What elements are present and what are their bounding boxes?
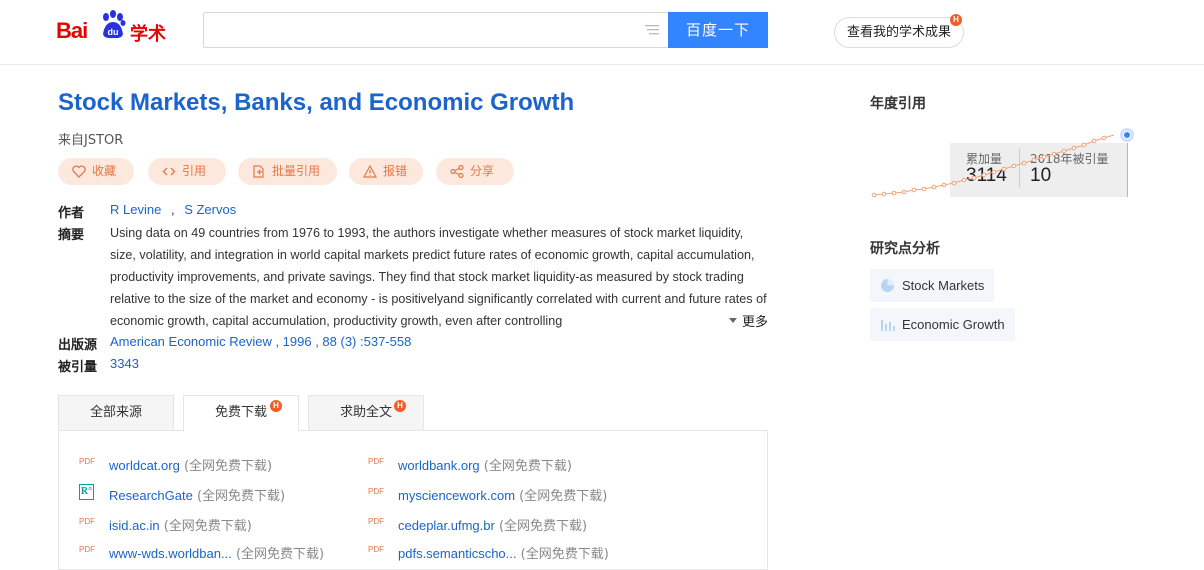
favorite-button[interactable]: 收藏 <box>58 158 134 185</box>
pdf-icon: PDF <box>368 545 384 554</box>
abstract-text: Using data on 49 countries from 1976 to … <box>110 226 767 328</box>
tab-label: 免费下载 <box>214 405 267 420</box>
logo-text-bai: Bai <box>56 18 88 43</box>
selected-point[interactable] <box>1123 131 1131 139</box>
hot-badge: H <box>270 400 282 412</box>
more-label: 更多 <box>742 315 769 330</box>
hot-badge: H <box>950 14 962 26</box>
cited-label: 被引量 <box>58 360 98 375</box>
download-item[interactable]: PDF worldbank.org (全网免费下载) <box>368 455 572 474</box>
download-note: (全网免费下载) <box>519 489 608 504</box>
pdf-icon: PDF <box>368 457 384 466</box>
paper-title[interactable]: Stock Markets, Banks, and Economic Growt… <box>58 89 574 117</box>
tab-label: 求助全文 <box>339 405 392 420</box>
my-achievements-label: 查看我的学术成果 <box>846 25 951 40</box>
authors-label: 作者 <box>58 206 85 221</box>
share-label: 分享 <box>470 164 495 178</box>
download-item[interactable]: PDF pdfs.semanticscho... (全网免费下载) <box>368 543 609 562</box>
topic-tag-economic-growth[interactable]: Economic Growth <box>870 308 1015 341</box>
report-error-button[interactable]: 报错 <box>349 158 423 185</box>
cite-button[interactable]: 引用 <box>148 158 226 185</box>
topic-tag-stock-markets[interactable]: Stock Markets <box>870 269 995 302</box>
batch-document-icon <box>253 165 264 178</box>
warning-icon <box>363 165 377 178</box>
download-note: (全网免费下载) <box>483 459 572 474</box>
cite-label: 引用 <box>182 164 207 178</box>
svg-text:du: du <box>108 27 119 37</box>
my-achievements-button[interactable]: 查看我的学术成果 <box>834 17 964 48</box>
download-site[interactable]: isid.ac.in <box>109 518 160 533</box>
pdf-icon: PDF <box>79 457 95 466</box>
search-box[interactable] <box>203 12 668 48</box>
authors-list: R Levine , S Zervos <box>110 202 236 217</box>
publication-link[interactable]: American Economic Review , 1996 , 88 (3)… <box>110 334 411 349</box>
search-input[interactable] <box>204 13 668 47</box>
pdf-icon: PDF <box>368 487 384 496</box>
tab-request-fulltext[interactable]: 求助全文 <box>308 395 424 431</box>
cited-count[interactable]: 3343 <box>110 356 139 371</box>
download-site[interactable]: mysciencework.com <box>398 488 515 503</box>
batch-cite-button[interactable]: 批量引用 <box>238 158 337 185</box>
pdf-icon: PDF <box>368 517 384 526</box>
download-item[interactable]: PDF cedeplar.ufmg.br (全网免费下载) <box>368 515 588 534</box>
hot-badge: H <box>394 400 406 412</box>
pdf-icon: PDF <box>79 545 95 554</box>
logo-text-xueshu: 学术 <box>130 24 166 44</box>
download-item[interactable]: R° ResearchGate (全网免费下载) <box>79 484 286 504</box>
heart-icon <box>72 165 86 178</box>
download-note: (全网免费下载) <box>163 519 252 534</box>
source-tabs: 全部来源 免费下载 H 求助全文 H <box>58 395 768 432</box>
tab-label: 全部来源 <box>89 405 142 420</box>
filter-menu-icon[interactable] <box>645 24 659 36</box>
author-link[interactable]: R Levine <box>110 202 161 217</box>
code-brackets-icon <box>162 167 176 176</box>
top-header: Bai du 学术 百度一下 查看我的学术成果 H <box>0 0 1204 65</box>
baidu-scholar-logo[interactable]: Bai du 学术 <box>56 8 176 48</box>
download-site[interactable]: www-wds.worldban... <box>109 546 232 561</box>
download-site[interactable]: worldbank.org <box>398 458 480 473</box>
search-button[interactable]: 百度一下 <box>668 12 768 48</box>
download-site[interactable]: worldcat.org <box>109 458 180 473</box>
download-site[interactable]: pdfs.semanticscho... <box>398 546 517 561</box>
pie-chart-icon <box>881 279 894 292</box>
annual-citations-title: 年度引用 <box>870 96 926 112</box>
citation-points <box>871 135 1107 198</box>
share-button[interactable]: 分享 <box>436 158 514 185</box>
abstract-label: 摘要 <box>58 228 85 243</box>
download-item[interactable]: PDF www-wds.worldban... (全网免费下载) <box>79 543 324 562</box>
author-link[interactable]: S Zervos <box>184 202 236 217</box>
download-site[interactable]: cedeplar.ufmg.br <box>398 518 495 533</box>
topic-analysis-title: 研究点分析 <box>870 241 940 257</box>
download-item[interactable]: PDF mysciencework.com (全网免费下载) <box>368 485 608 504</box>
download-item[interactable]: PDF isid.ac.in (全网免费下载) <box>79 515 252 534</box>
batch-cite-label: 批量引用 <box>272 164 321 178</box>
bar-chart-icon <box>881 320 895 331</box>
report-error-label: 报错 <box>383 164 408 178</box>
tab-all-sources[interactable]: 全部来源 <box>58 395 174 431</box>
download-panel: PDF worldcat.org (全网免费下载) R° ResearchGat… <box>58 430 768 570</box>
paper-source: 来自JSTOR <box>58 133 124 148</box>
more-button[interactable]: 更多 <box>726 311 769 330</box>
download-note: (全网免费下载) <box>183 459 273 474</box>
share-icon <box>450 165 464 178</box>
annual-citations-chart[interactable] <box>866 122 1141 207</box>
tab-free-download[interactable]: 免费下载 <box>183 395 299 432</box>
topic-label: Economic Growth <box>902 317 1005 332</box>
researchgate-icon: R° <box>79 484 94 500</box>
publication-label: 出版源 <box>58 338 98 353</box>
download-site[interactable]: ResearchGate <box>109 488 193 503</box>
download-item[interactable]: PDF worldcat.org (全网免费下载) <box>79 455 273 474</box>
paw-icon: du <box>103 10 126 39</box>
pdf-icon: PDF <box>79 517 95 526</box>
download-note: (全网免费下载) <box>498 519 588 534</box>
author-separator: , <box>170 202 175 217</box>
download-note: (全网免费下载) <box>196 489 286 504</box>
topic-label: Stock Markets <box>902 278 985 293</box>
favorite-label: 收藏 <box>92 164 117 178</box>
citation-trend-line <box>873 134 1115 196</box>
